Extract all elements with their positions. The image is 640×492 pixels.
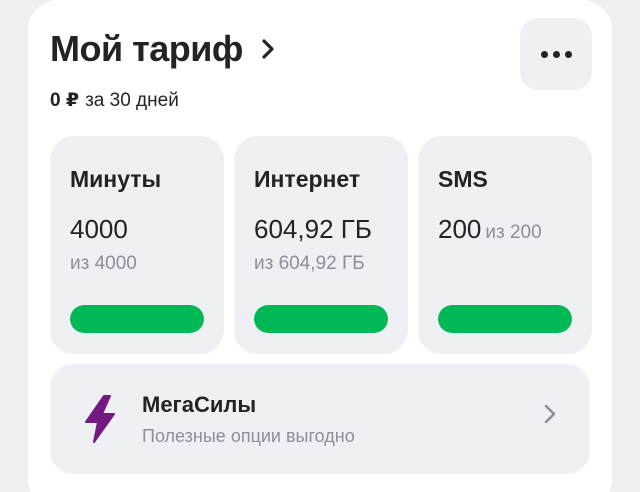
progress-fill bbox=[70, 305, 204, 333]
progress-bar bbox=[254, 305, 388, 333]
tariff-header[interactable]: Мой тариф bbox=[50, 28, 279, 70]
progress-fill bbox=[254, 305, 388, 333]
tile-value: 200 bbox=[438, 214, 482, 244]
tile-internet[interactable]: Интернет 604,92 ГБ из 604,92 ГБ bbox=[234, 136, 408, 354]
more-dot bbox=[552, 50, 560, 58]
tariff-period: за 30 дней bbox=[85, 90, 179, 111]
tile-value: 604,92 ГБ bbox=[254, 214, 372, 244]
tile-title: Минуты bbox=[70, 166, 162, 192]
promo-title: МегаСилы bbox=[142, 392, 257, 417]
tile-title: Интернет bbox=[254, 166, 361, 192]
tile-sms[interactable]: SMS 200 из 200 bbox=[418, 136, 592, 354]
more-dots-icon bbox=[540, 50, 548, 58]
tile-title: SMS bbox=[438, 166, 488, 192]
lightning-icon bbox=[80, 394, 120, 444]
progress-bar bbox=[70, 305, 204, 333]
tile-total: из 200 bbox=[485, 222, 542, 243]
megasily-banner[interactable]: МегаСилы Полезные опции выгодно bbox=[50, 364, 590, 474]
more-dot bbox=[564, 50, 572, 58]
chevron-right-icon bbox=[542, 402, 558, 426]
more-options-button[interactable] bbox=[520, 18, 592, 90]
tariff-price-line: 0 ₽ за 30 дней bbox=[50, 89, 179, 112]
tile-total: из 4000 bbox=[70, 253, 137, 274]
tile-minutes[interactable]: Минуты 4000 из 4000 bbox=[50, 136, 224, 354]
tile-total: из 604,92 ГБ bbox=[254, 253, 365, 274]
progress-bar bbox=[438, 305, 572, 333]
tariff-card: Мой тариф 0 ₽ за 30 дней Минуты 4000 из 4… bbox=[28, 0, 612, 492]
tile-value-line: 200 из 200 bbox=[438, 214, 542, 245]
chevron-right-icon[interactable] bbox=[261, 37, 279, 61]
progress-fill bbox=[438, 305, 572, 333]
tile-value: 4000 bbox=[70, 214, 128, 244]
page-title[interactable]: Мой тариф bbox=[50, 28, 243, 70]
promo-subtitle: Полезные опции выгодно bbox=[142, 426, 355, 446]
remains-tiles: Минуты 4000 из 4000 Интернет 604,92 ГБ и… bbox=[50, 136, 592, 354]
tariff-price: 0 ₽ bbox=[50, 90, 80, 111]
